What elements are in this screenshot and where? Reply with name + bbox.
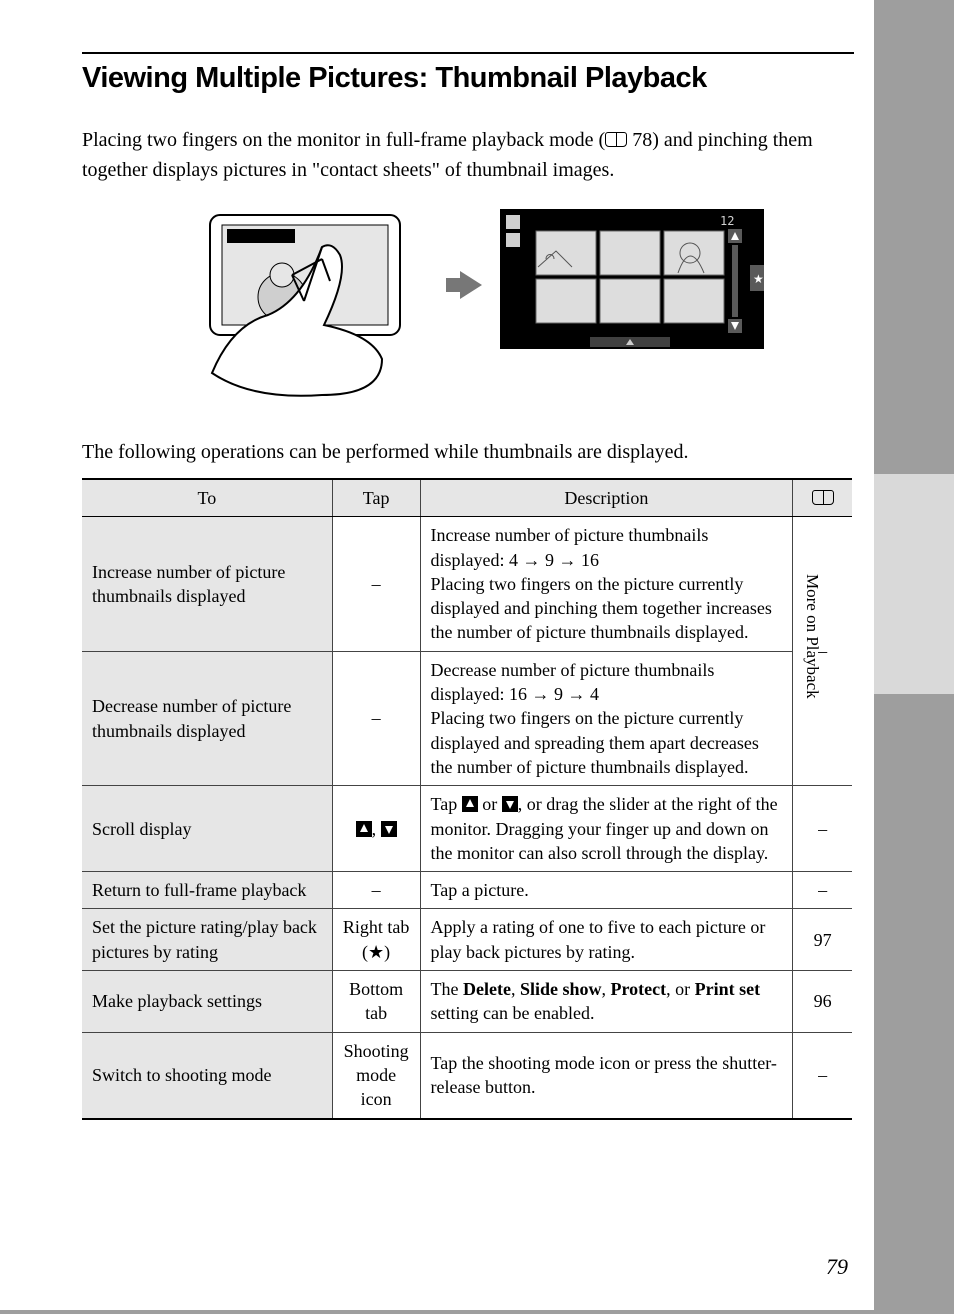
operations-table: To Tap Description Increase number of pi…	[82, 478, 852, 1120]
side-tab-label: More on Playback	[802, 574, 822, 699]
t: or	[478, 794, 502, 814]
cell-desc: Decrease number of picture thumbnails di…	[420, 651, 793, 785]
cell-to: Scroll display	[82, 786, 332, 872]
t: The	[431, 979, 463, 999]
manual-page: Viewing Multiple Pictures: Thumbnail Pla…	[0, 0, 874, 1310]
cell-to: Increase number of picture thumbnails di…	[82, 517, 332, 651]
t: ,	[602, 979, 611, 999]
cell-desc: Apply a rating of one to five to each pi…	[420, 909, 793, 971]
cell-desc: The Delete, Slide show, Protect, or Prin…	[420, 971, 793, 1033]
up-icon	[356, 821, 372, 837]
table-header-row: To Tap Description	[82, 479, 852, 517]
cell-ref: 96	[793, 971, 852, 1033]
t: Delete	[463, 979, 511, 999]
cell-desc: Tap a picture.	[420, 872, 793, 909]
cell-tap: –	[332, 651, 420, 785]
side-tab: More on Playback	[874, 474, 954, 694]
cell-desc: Increase number of picture thumbnails di…	[420, 517, 793, 651]
t: ,	[511, 979, 520, 999]
cell-ref: 97	[793, 909, 852, 971]
down-icon	[381, 821, 397, 837]
table-row: Switch to shooting mode Shooting mode ic…	[82, 1032, 852, 1118]
book-icon	[812, 490, 834, 505]
cell-desc: Tap the shooting mode icon or press the …	[420, 1032, 793, 1118]
cell-ref: –	[793, 1032, 852, 1118]
th-ref	[793, 479, 852, 517]
table-row: Scroll display , Tap or , or drag the sl…	[82, 786, 852, 872]
cell-tap: –	[332, 872, 420, 909]
intro-text-pre: Placing two fingers on the monitor in fu…	[82, 129, 605, 151]
svg-text:★: ★	[753, 272, 764, 286]
cell-to: Decrease number of picture thumbnails di…	[82, 651, 332, 785]
arrow-icon	[460, 271, 482, 299]
cell-tap: ,	[332, 786, 420, 872]
table-row: Increase number of picture thumbnails di…	[82, 517, 852, 651]
th-tap: Tap	[332, 479, 420, 517]
thumbnail-screen-illustration: 12 ★	[500, 209, 764, 349]
cell-tap: Shooting mode icon	[332, 1032, 420, 1118]
down-icon	[502, 796, 518, 812]
cell-to: Switch to shooting mode	[82, 1032, 332, 1118]
cell-to: Set the picture rating/play back picture…	[82, 909, 332, 971]
cell-ref: –	[793, 872, 852, 909]
t: Print set	[695, 979, 760, 999]
th-to: To	[82, 479, 332, 517]
table-row: Decrease number of picture thumbnails di…	[82, 651, 852, 785]
up-icon	[462, 796, 478, 812]
cell-tap: –	[332, 517, 420, 651]
cell-ref: –	[793, 786, 852, 872]
t: setting can be enabled.	[431, 1003, 595, 1023]
t: , or	[666, 979, 695, 999]
t: Tap	[431, 794, 462, 814]
cell-desc: Tap or , or drag the slider at the right…	[420, 786, 793, 872]
page-title: Viewing Multiple Pictures: Thumbnail Pla…	[82, 62, 874, 95]
pinch-illustration	[172, 205, 442, 400]
cell-to: Make playback settings	[82, 971, 332, 1033]
intro2-paragraph: The following operations can be performe…	[82, 441, 854, 464]
page-number: 79	[826, 1254, 848, 1280]
t: Protect	[611, 979, 667, 999]
cell-tap: Bottom tab	[332, 971, 420, 1033]
illustration-row: 12 ★	[82, 205, 854, 415]
cell-tap: Right tab (★)	[332, 909, 420, 971]
intro-paragraph: Placing two fingers on the monitor in fu…	[82, 125, 854, 185]
table-row: Set the picture rating/play back picture…	[82, 909, 852, 971]
th-desc: Description	[420, 479, 793, 517]
t: Slide show	[520, 979, 602, 999]
cell-to: Return to full-frame playback	[82, 872, 332, 909]
thumb-counter: 12	[720, 214, 734, 228]
title-rule	[82, 52, 854, 54]
table-row: Return to full-frame playback – Tap a pi…	[82, 872, 852, 909]
table-row: Make playback settings Bottom tab The De…	[82, 971, 852, 1033]
book-icon	[605, 132, 627, 147]
